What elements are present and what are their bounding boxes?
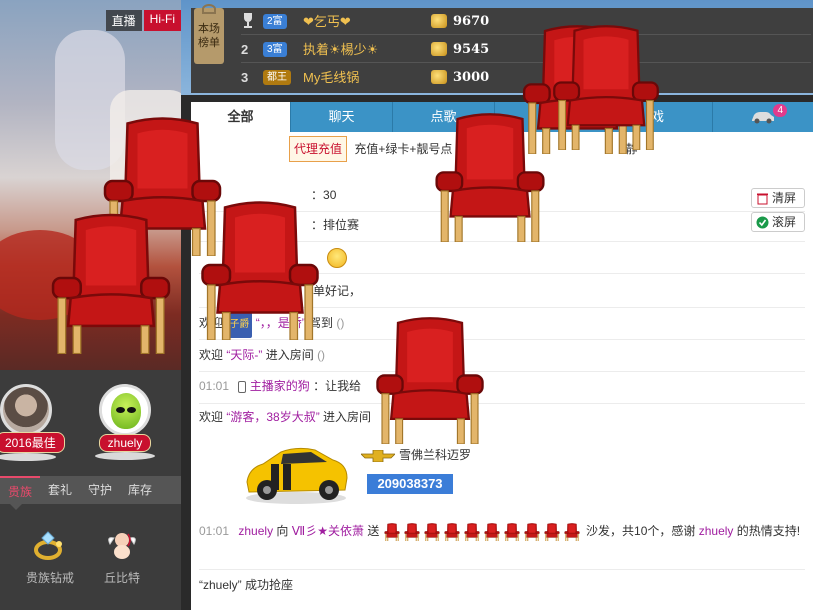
apple-icon: () xyxy=(336,316,345,330)
coin-icon xyxy=(431,14,447,28)
avatar[interactable]: zhuely xyxy=(95,384,155,460)
user-name[interactable]: Ⅶ彡★关依萧 xyxy=(292,524,364,538)
chat-line: “zhuely” 成功抢座 xyxy=(199,572,805,602)
apple-icon: () xyxy=(317,348,326,362)
rank-nick: ❤乞丐❤ xyxy=(303,14,351,29)
user-name[interactable]: “游客，38岁大叔” xyxy=(226,410,319,424)
chat-text: 30 xyxy=(323,188,337,202)
chat-line: 欢迎 “天际-” 进入房间 () xyxy=(199,342,805,372)
rank-level: 2富 xyxy=(263,14,287,29)
tab-car[interactable]: 4 xyxy=(713,102,813,132)
tab-guard[interactable]: 守护 xyxy=(80,476,120,504)
ring-icon xyxy=(34,531,62,560)
gift-list: 贵族钻戒 丘比特 xyxy=(0,520,181,610)
sofa-icon xyxy=(504,522,520,541)
chat-time: 01:01 xyxy=(199,379,230,393)
tab-chat[interactable]: 聊天 xyxy=(291,102,393,132)
sofa-icon xyxy=(464,522,480,541)
user-name[interactable]: 主播家的狗 xyxy=(250,379,310,393)
user-name[interactable]: zhuely xyxy=(238,524,273,538)
user-name[interactable]: zhuely xyxy=(699,524,734,538)
tab-noble[interactable]: 贵族 xyxy=(0,476,40,504)
car-number: 209038373 xyxy=(367,474,453,494)
sofa-icon xyxy=(444,522,460,541)
left-tabs: 贵族 套礼 守护 库存 xyxy=(0,476,181,504)
avatar-base xyxy=(95,452,155,460)
rank-level: 都王 xyxy=(263,70,291,85)
sofa-seat-icon[interactable] xyxy=(196,200,324,340)
chat-line: 欢迎 “游客，38岁大叔” 进入房间 xyxy=(199,410,372,424)
rank-pos: 3 xyxy=(241,70,249,85)
gift-item[interactable]: 丘比特 xyxy=(92,530,152,586)
coin-icon xyxy=(431,70,447,84)
avatar-name: zhuely xyxy=(98,434,152,452)
avatar-base xyxy=(0,453,56,461)
user-name[interactable]: “天际-” xyxy=(226,348,262,362)
chat-line: 01:01 主播家的狗 ：让我给 xyxy=(199,372,805,404)
sofa-seat-icon[interactable] xyxy=(544,24,668,150)
alien-icon xyxy=(111,393,141,429)
car-count-badge: 4 xyxy=(773,104,787,117)
sofa-seat-icon[interactable] xyxy=(366,316,494,444)
sofa-icon xyxy=(404,522,420,541)
live-tag[interactable]: 直播 xyxy=(105,10,142,31)
rank-amount: 3000 xyxy=(453,70,490,85)
chevrolet-logo-icon xyxy=(361,450,395,462)
gift-label: 丘比特 xyxy=(103,571,140,585)
rank-amount: 9670 xyxy=(453,14,490,29)
gift-message: 01:01 zhuely 向 Ⅶ彡★关依萧 送 沙发，共10个，感谢 zhuel… xyxy=(199,516,805,570)
tab-inventory[interactable]: 库存 xyxy=(120,476,160,504)
sofa-icon xyxy=(384,522,400,541)
rank-badge-label: 本场榜单 xyxy=(198,23,220,49)
tab-gift-set[interactable]: 套礼 xyxy=(40,476,80,504)
rank-list: 本场榜单 2富 ❤乞丐❤ 9670 2 3富 执着☀楊少☀ 9545 3 都王 … xyxy=(191,4,813,93)
rank-level: 3富 xyxy=(263,42,287,57)
rank-nick: 执着☀楊少☀ xyxy=(303,42,379,57)
guard-avatars: 2016最佳 zhuely xyxy=(0,380,181,470)
coin-icon xyxy=(431,42,447,56)
avatar-name: 2016最佳 xyxy=(0,432,65,453)
grin-emoji-icon xyxy=(327,248,347,268)
sofa-icon xyxy=(564,522,580,541)
avatar-image xyxy=(0,384,52,436)
sofa-seat-icon[interactable] xyxy=(48,212,174,354)
video-tags: 直播 Hi-Fi xyxy=(105,10,181,31)
cupid-icon xyxy=(108,533,136,559)
sofa-icon xyxy=(544,522,560,541)
chat-text: “zhuely” 成功抢座 xyxy=(199,578,294,592)
chat-time: 01:01 xyxy=(199,524,230,538)
car-name: 雪佛兰科迈罗 xyxy=(399,448,472,462)
agent-recharge-button[interactable]: 代理充值 xyxy=(289,136,348,162)
trophy-icon xyxy=(244,13,252,28)
hifi-tag[interactable]: Hi-Fi xyxy=(143,10,181,31)
clear-screen-button[interactable]: 清屏 xyxy=(751,188,805,208)
avatar[interactable]: 2016最佳 xyxy=(0,384,65,461)
car-icon xyxy=(752,112,774,124)
chat-text: ：让我给 xyxy=(313,379,362,393)
clear-screen-label: 清屏 xyxy=(772,191,797,205)
rank-amount: 9545 xyxy=(453,42,490,57)
rank-nick: My毛线锅 xyxy=(303,70,360,85)
car-image xyxy=(246,447,348,504)
rank-pos: 2 xyxy=(241,42,249,57)
gift-label: 贵族钻戒 xyxy=(25,571,74,585)
avatar-image xyxy=(99,384,151,436)
rank-badge[interactable]: 本场榜单 xyxy=(194,4,224,64)
gift-seats xyxy=(383,522,583,541)
phone-icon xyxy=(238,380,247,393)
chat-text: 排位赛 xyxy=(323,218,360,232)
trash-icon xyxy=(757,193,768,205)
sofa-icon xyxy=(484,522,500,541)
sofa-icon xyxy=(524,522,540,541)
sofa-icon xyxy=(424,522,440,541)
tab-pointer xyxy=(10,504,22,510)
gift-item[interactable]: 贵族钻戒 xyxy=(20,530,80,586)
